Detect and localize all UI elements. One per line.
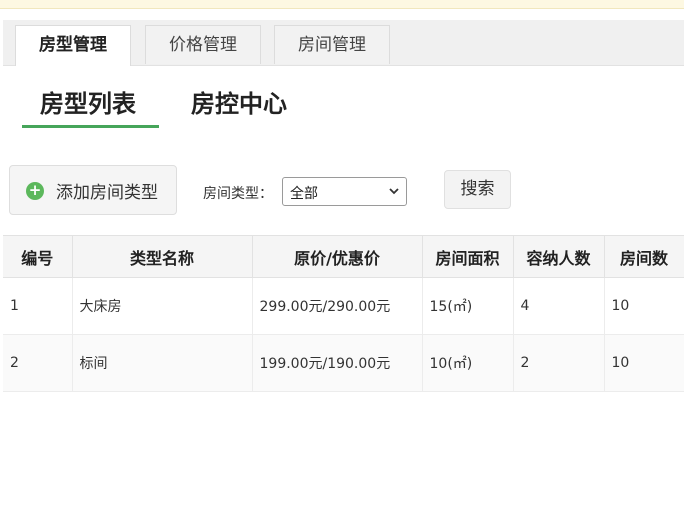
header-type-name: 类型名称: [71, 235, 253, 278]
notice-strip: [0, 0, 684, 9]
table-header-row: 编号 类型名称 原价/优惠价 房间面积 容纳人数 房间数: [3, 235, 684, 278]
header-area: 房间面积: [421, 235, 514, 278]
plus-circle-icon: +: [26, 182, 44, 200]
cell-id: 1: [3, 277, 73, 335]
header-id: 编号: [3, 235, 73, 278]
subnav-room-type-list[interactable]: 房型列表: [40, 84, 136, 119]
cell-room-count: 10: [603, 277, 684, 335]
table-row[interactable]: 1 大床房 299.00元/290.00元 15(㎡) 4 10: [3, 277, 684, 335]
header-capacity: 容纳人数: [512, 235, 605, 278]
add-room-type-button[interactable]: + 添加房间类型: [9, 165, 177, 215]
subnav-room-control-center[interactable]: 房控中心: [191, 84, 287, 119]
cell-capacity: 4: [512, 277, 605, 335]
room-type-filter-label: 房间类型：: [203, 186, 273, 202]
cell-id: 2: [3, 334, 73, 392]
header-room-count: 房间数: [603, 235, 684, 278]
tab-room-type-management[interactable]: 房型管理: [15, 25, 131, 66]
cell-area: 15(㎡): [421, 277, 514, 335]
cell-room-count: 10: [603, 334, 684, 392]
chevron-down-icon: [389, 188, 399, 195]
header-price: 原价/优惠价: [251, 235, 423, 278]
add-room-type-label: 添加房间类型: [56, 183, 158, 203]
cell-capacity: 2: [512, 334, 605, 392]
cell-price: 199.00元/190.00元: [251, 334, 423, 392]
tab-room-management[interactable]: 房间管理: [274, 25, 390, 64]
tab-price-management[interactable]: 价格管理: [145, 25, 261, 64]
search-button[interactable]: 搜索: [444, 170, 511, 209]
room-type-table: 编号 类型名称 原价/优惠价 房间面积 容纳人数 房间数 1 大床房 299.0…: [3, 235, 684, 392]
room-type-select-value: 全部: [290, 186, 318, 202]
room-type-select[interactable]: 全部: [282, 177, 407, 206]
cell-price: 299.00元/290.00元: [251, 277, 423, 335]
cell-type-name: 标间: [71, 334, 253, 392]
active-subnav-underline: [22, 125, 159, 128]
tab-bar: 房型管理 价格管理 房间管理: [3, 20, 684, 66]
table-row[interactable]: 2 标间 199.00元/190.00元 10(㎡) 2 10: [3, 334, 684, 392]
cell-area: 10(㎡): [421, 334, 514, 392]
cell-type-name: 大床房: [71, 277, 253, 335]
